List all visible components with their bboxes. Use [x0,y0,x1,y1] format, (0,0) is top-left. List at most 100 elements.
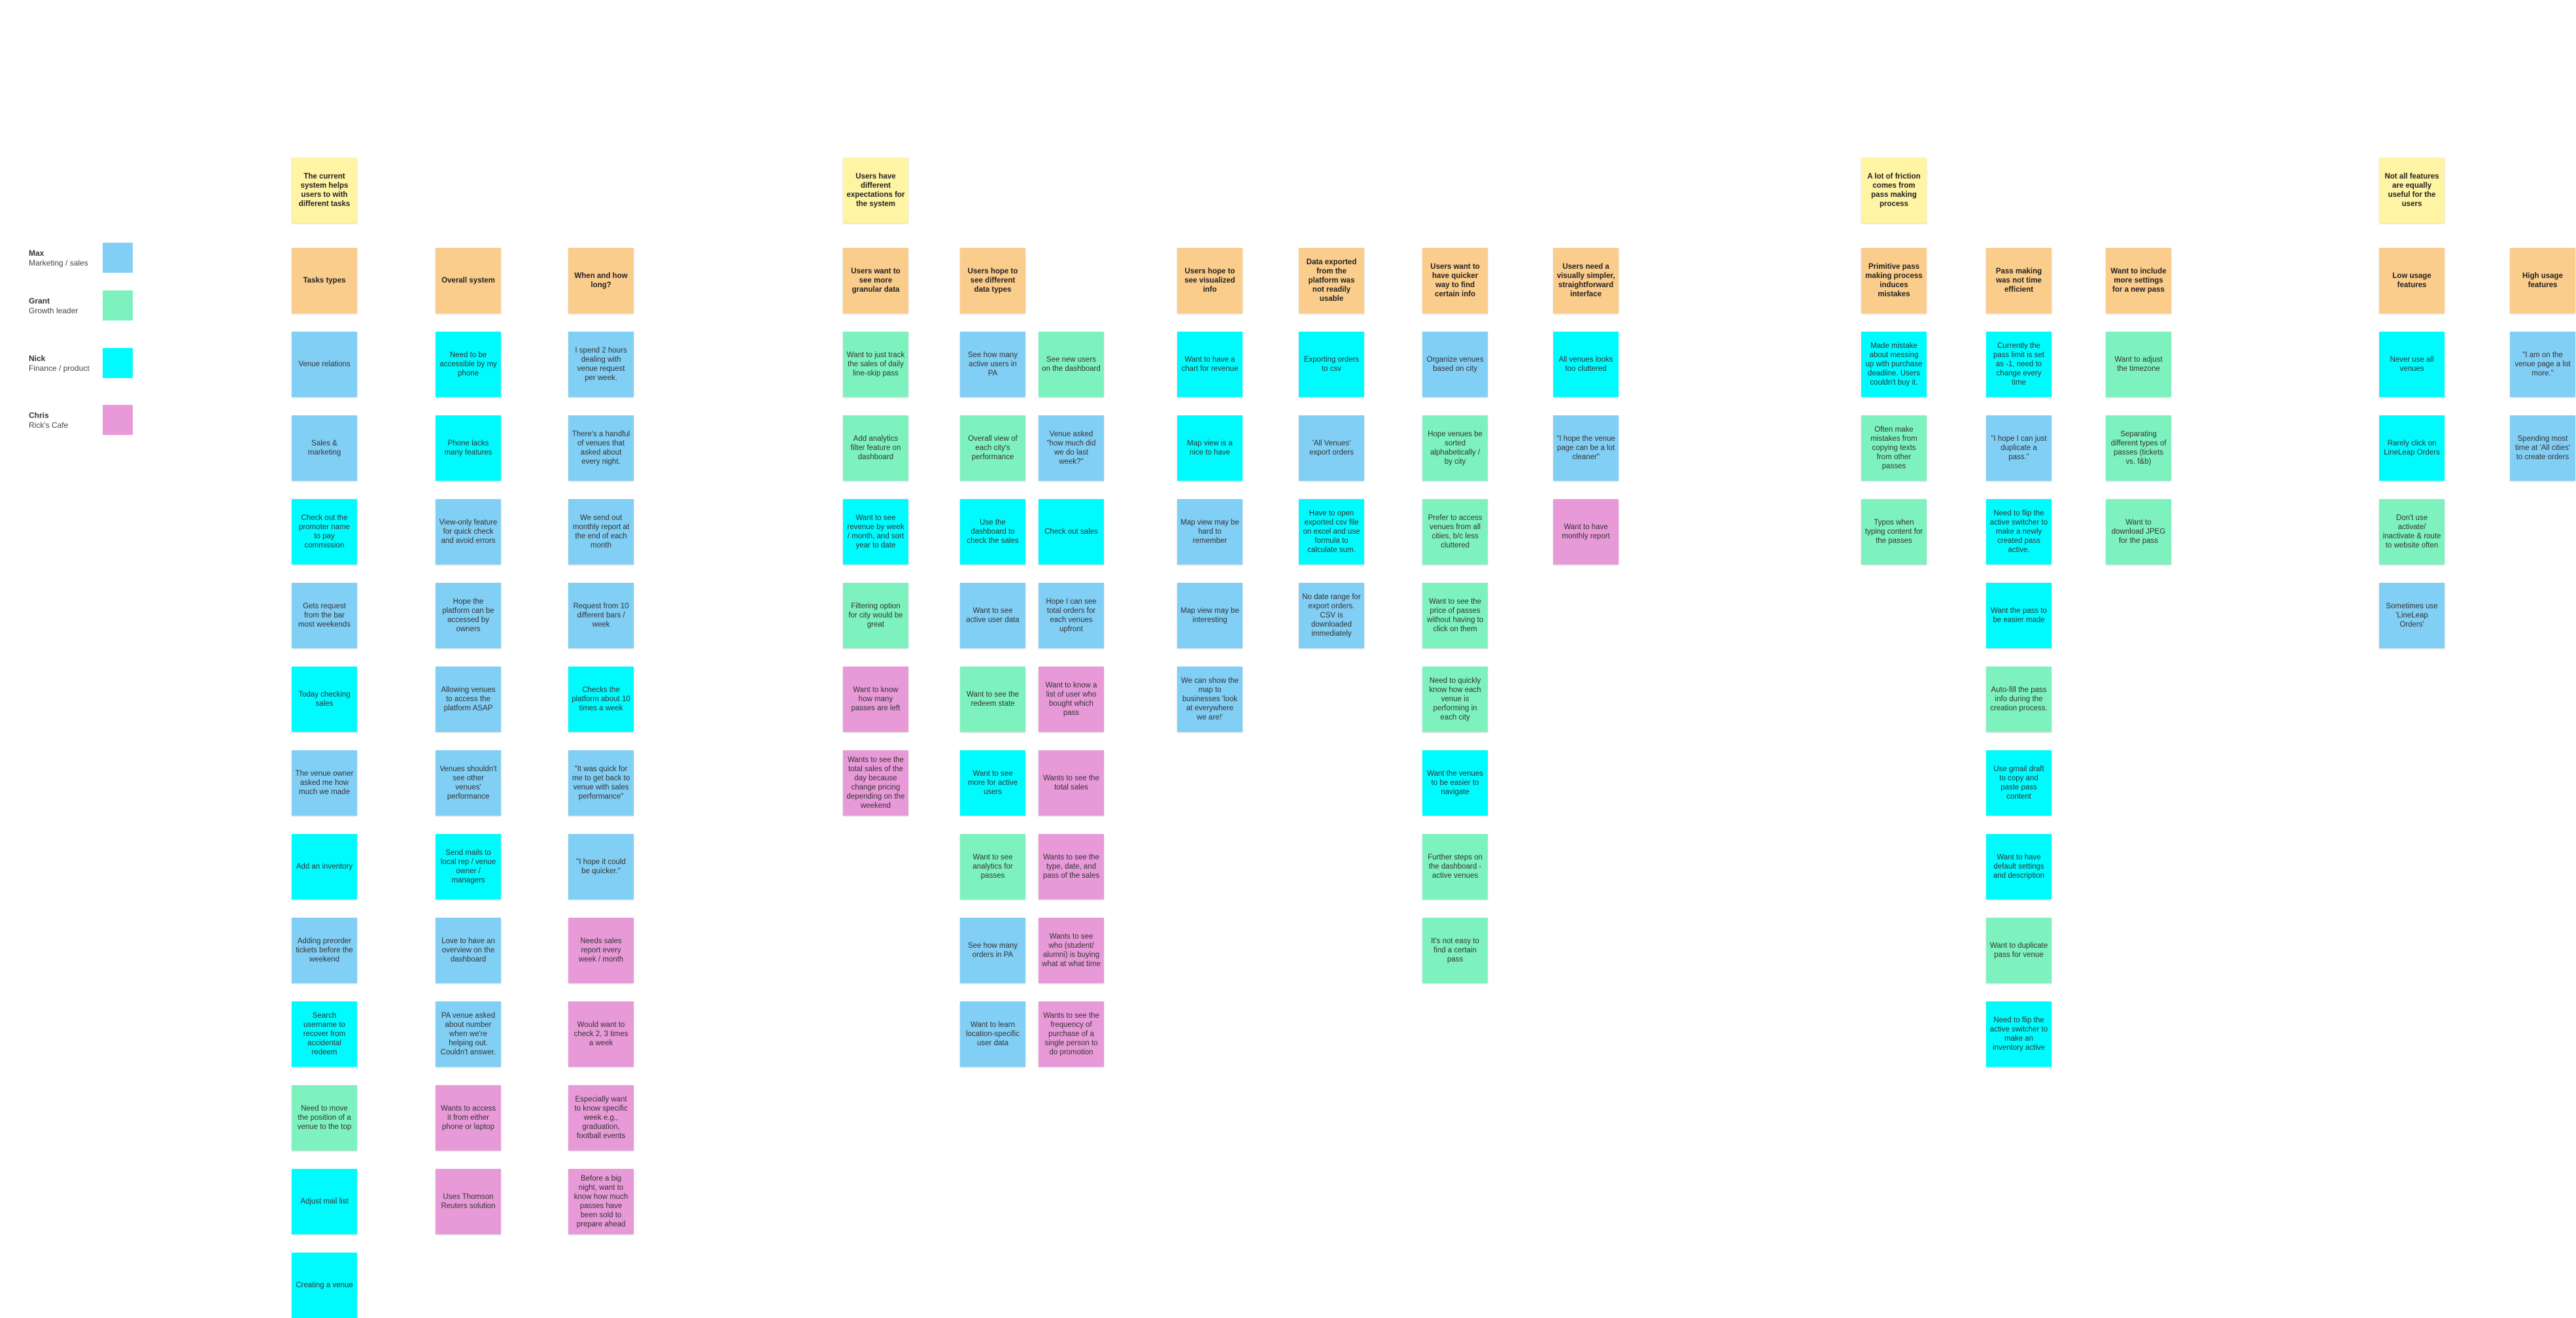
sticky-note[interactable]: It's not easy to find a certain pass [1422,918,1488,983]
sticky-note[interactable]: We send out monthly report at the end of… [568,499,634,564]
cluster-header-note[interactable]: Primitive pass making process induces mi… [1861,248,1927,313]
sticky-note[interactable]: Want to duplicate pass for venue [1986,918,2052,983]
cluster-header-note[interactable]: Users want to have quicker way to find c… [1422,248,1488,313]
sticky-note[interactable]: Use the dashboard to check the sales [960,499,1025,564]
sticky-note[interactable]: Want to download JPEG for the pass [2106,499,2171,564]
sticky-note[interactable]: Use gmail draft to copy and paste pass c… [1986,750,2052,816]
sticky-note[interactable]: Send mails to local rep / venue owner / … [436,834,501,899]
sticky-note[interactable]: Want to see more for active users [960,750,1025,816]
sticky-note[interactable]: Want to learn location-specific user dat… [960,1001,1025,1067]
sticky-note[interactable]: There's a handful of venues that asked a… [568,415,634,481]
sticky-note[interactable]: "It was quick for me to get back to venu… [568,750,634,816]
sticky-note[interactable]: See new users on the dashboard [1039,332,1104,397]
cluster-header-note[interactable]: Pass making was not time efficient [1986,248,2052,313]
sticky-note[interactable]: Map view may be interesting [1177,583,1243,648]
sticky-note[interactable]: Check out sales [1039,499,1104,564]
sticky-note[interactable]: Exporting orders to csv [1299,332,1364,397]
sticky-note[interactable]: Need to flip the active switcher to make… [1986,499,2052,564]
sticky-note[interactable]: Want to see active user data [960,583,1025,648]
sticky-note[interactable]: Add an inventory [292,834,357,899]
sticky-note[interactable]: Love to have an overview on the dashboar… [436,918,501,983]
sticky-note[interactable]: See how many orders in PA [960,918,1025,983]
sticky-note[interactable]: Creating a venue [292,1253,357,1318]
sticky-note[interactable]: Want to have monthly report [1553,499,1619,564]
cluster-header-note[interactable]: Tasks types [292,248,357,313]
sticky-note[interactable]: 'All Venues' export orders [1299,415,1364,481]
sticky-note[interactable]: Needs sales report every week / month [568,918,634,983]
sticky-note[interactable]: Sometimes use 'LineLeap Orders' [2379,583,2445,648]
sticky-note[interactable]: Adding preorder tickets before the weeke… [292,918,357,983]
sticky-note[interactable]: Separating different types of passes (ti… [2106,415,2171,481]
sticky-note[interactable]: No date range for export orders. CSV is … [1299,583,1364,648]
sticky-note[interactable]: Need to be accessible by my phone [436,332,501,397]
cluster-header-note[interactable]: High usage features [2510,248,2575,313]
sticky-note[interactable]: Have to open exported csv file on excel … [1299,499,1364,564]
sticky-note[interactable]: Venue asked "how much did we do last wee… [1039,415,1104,481]
sticky-note[interactable]: Want to see the redeem state [960,667,1025,732]
sticky-note[interactable]: Don't use activate/ inactivate & route t… [2379,499,2445,564]
sticky-note[interactable]: Wants to see the total sales [1039,750,1104,816]
sticky-note[interactable]: Gets request from the bar most weekends [292,583,357,648]
sticky-note[interactable]: "I hope I can just duplicate a pass." [1986,415,2052,481]
sticky-note[interactable]: Wants to see who (student/ alumni) is bu… [1039,918,1104,983]
cluster-header-note[interactable]: Low usage features [2379,248,2445,313]
sticky-note[interactable]: "I am on the venue page a lot more." [2510,332,2575,397]
sticky-note[interactable]: PA venue asked about number when we're h… [436,1001,501,1067]
sticky-note[interactable]: Phone lacks many features [436,415,501,481]
sticky-note[interactable]: Want to have default settings and descri… [1986,834,2052,899]
cluster-header-note[interactable]: Users hope to see visualized info [1177,248,1243,313]
sticky-note[interactable]: Wants to see the type, date, and pass of… [1039,834,1104,899]
sticky-note[interactable]: Map view is a nice to have [1177,415,1243,481]
sticky-note[interactable]: Want to have a chart for revenue [1177,332,1243,397]
sticky-note[interactable]: Need to move the position of a venue to … [292,1085,357,1151]
sticky-note[interactable]: Hope venues be sorted alphabetically / b… [1422,415,1488,481]
cluster-header-note[interactable]: When and how long? [568,248,634,313]
cluster-header-note[interactable]: Data exported from the platform was not … [1299,248,1364,313]
sticky-note[interactable]: Search username to recover from accident… [292,1001,357,1067]
sticky-note[interactable]: "I hope it could be quicker." [568,834,634,899]
sticky-note[interactable]: Wants to see the total sales of the day … [843,750,908,816]
sticky-note[interactable]: Request from 10 different bars / week [568,583,634,648]
sticky-note[interactable]: Currently the pass limit is set as -1, n… [1986,332,2052,397]
sticky-note[interactable]: Today checking sales [292,667,357,732]
sticky-note[interactable]: Hope I can see total orders for each ven… [1039,583,1104,648]
cluster-header-note[interactable]: Want to include more settings for a new … [2106,248,2171,313]
cluster-header-note[interactable]: Users need a visually simpler, straightf… [1553,248,1619,313]
sticky-note[interactable]: Checks the platform about 10 times a wee… [568,667,634,732]
sticky-note[interactable]: Need to quickly know how each venue is p… [1422,667,1488,732]
cluster-header-note[interactable]: Users hope to see different data types [960,248,1025,313]
sticky-note[interactable]: See how many active users in PA [960,332,1025,397]
sticky-note[interactable]: Map view may be hard to remember [1177,499,1243,564]
sticky-note[interactable]: Further steps on the dashboard - active … [1422,834,1488,899]
sticky-note[interactable]: Hope the platform can be accessed by own… [436,583,501,648]
sticky-note[interactable]: Especially want to know specific week e.… [568,1085,634,1151]
cluster-header-note[interactable]: Users want to see more granular data [843,248,908,313]
sticky-note[interactable]: Rarely click on LineLeap Orders [2379,415,2445,481]
sticky-note[interactable]: Never use all venues [2379,332,2445,397]
sticky-note[interactable]: Organize venues based on city [1422,332,1488,397]
sticky-note[interactable]: Uses Thomson Reuters solution [436,1169,501,1234]
sticky-note[interactable]: Want to see revenue by week / month, and… [843,499,908,564]
sticky-note[interactable]: Auto-fill the pass info during the creat… [1986,667,2052,732]
sticky-note[interactable]: Before a big night, want to know how muc… [568,1169,634,1234]
sticky-note[interactable]: Filtering option for city would be great [843,583,908,648]
sticky-note[interactable]: Allowing venues to access the platform A… [436,667,501,732]
sticky-note[interactable]: Want to see analytics for passes [960,834,1025,899]
sticky-note[interactable]: Wants to access it from either phone or … [436,1085,501,1151]
cluster-header-note[interactable]: Overall system [436,248,501,313]
sticky-note[interactable]: We can show the map to businesses 'look … [1177,667,1243,732]
sticky-note[interactable]: View-only feature for quick check and av… [436,499,501,564]
sticky-note[interactable]: I spend 2 hours dealing with venue reque… [568,332,634,397]
sticky-note[interactable]: Want to see the price of passes without … [1422,583,1488,648]
sticky-note[interactable]: All venues looks too cluttered [1553,332,1619,397]
sticky-note[interactable]: Often make mistakes from copying texts f… [1861,415,1927,481]
sticky-note[interactable]: Adjust mail list [292,1169,357,1234]
theme-note[interactable]: Not all features are equally useful for … [2379,158,2445,223]
sticky-note[interactable]: Sales & marketing [292,415,357,481]
sticky-note[interactable]: Wants to see the frequency of purchase o… [1039,1001,1104,1067]
sticky-note[interactable]: Overall view of each city's performance [960,415,1025,481]
sticky-note[interactable]: Venues shouldn't see other venues' perfo… [436,750,501,816]
sticky-note[interactable]: Need to flip the active switcher to make… [1986,1001,2052,1067]
sticky-note[interactable]: Venue relations [292,332,357,397]
sticky-note[interactable]: Want to know how many passes are left [843,667,908,732]
